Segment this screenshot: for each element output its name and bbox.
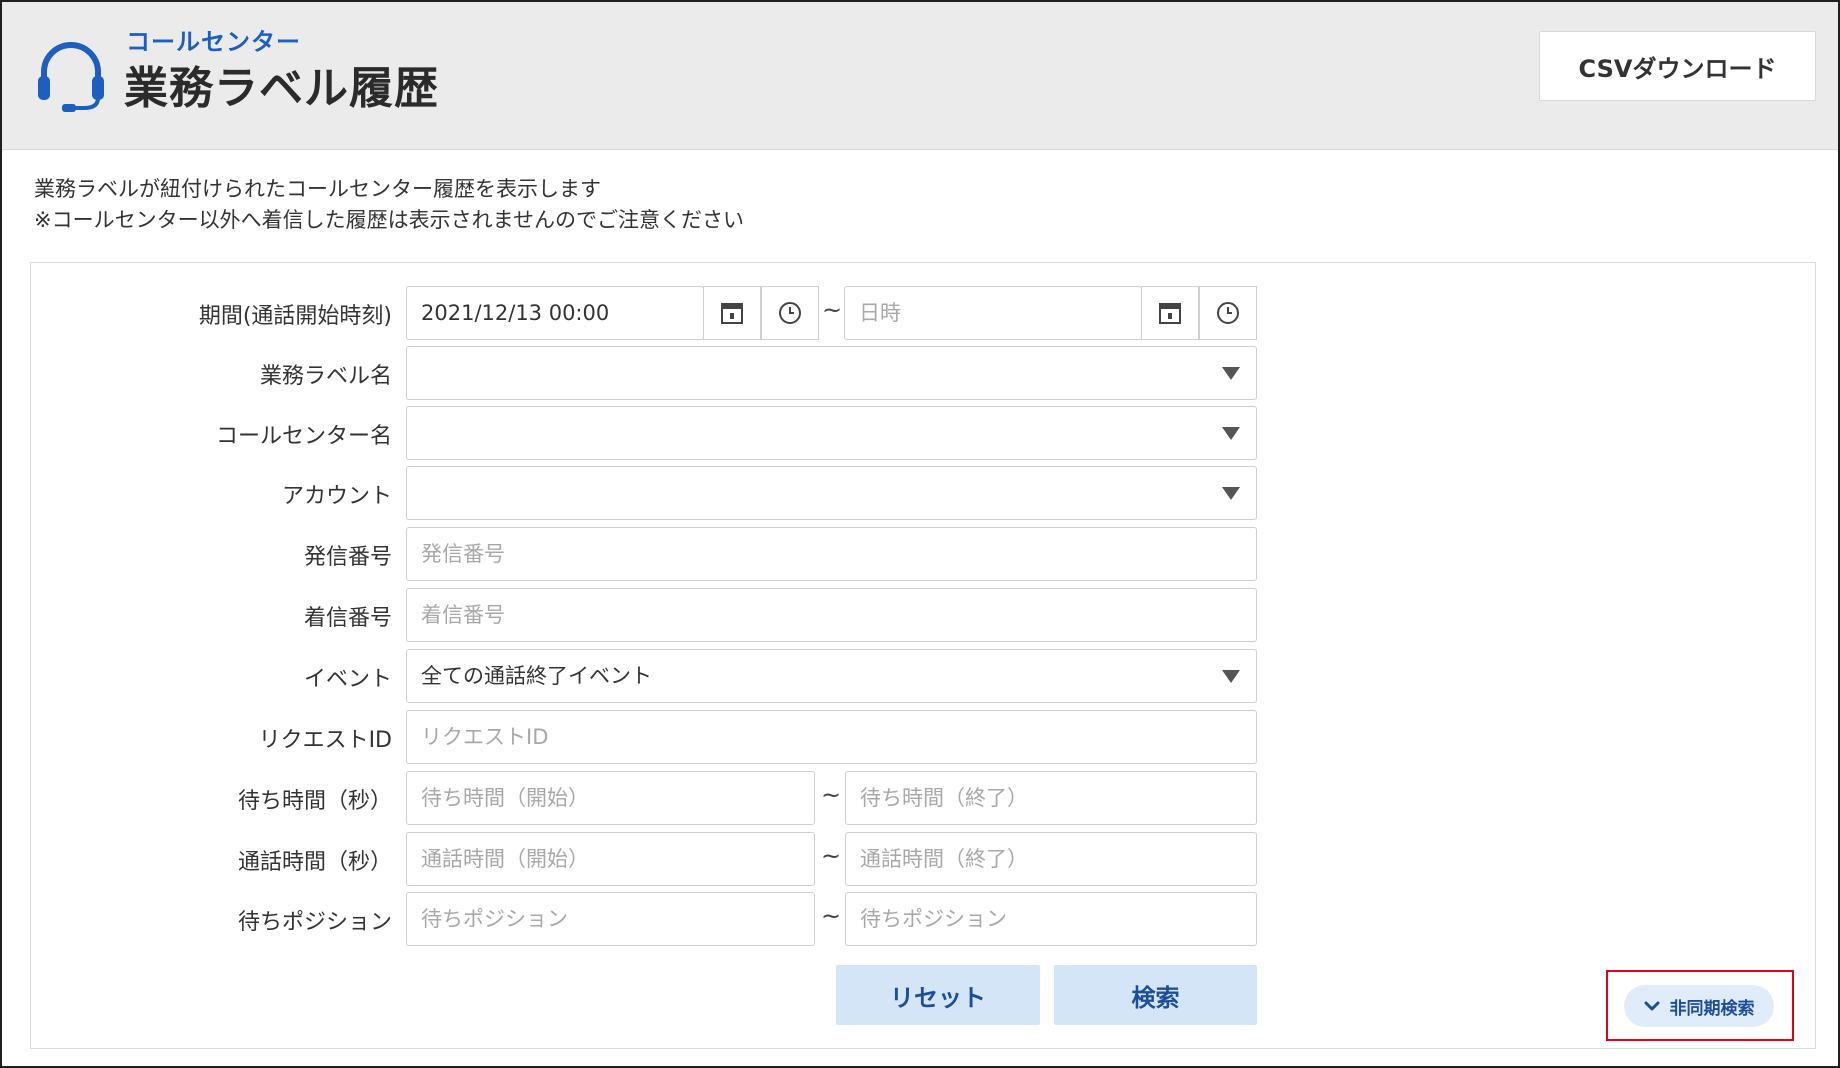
description-line-2: ※コールセンター以外へ着信した履歴は表示されませんのでご注意ください bbox=[34, 208, 744, 232]
wait-time-separator: ~ bbox=[821, 781, 842, 809]
caller-number-input[interactable]: 発信番号 bbox=[406, 527, 1257, 581]
callee-number-label: 着信番号 bbox=[303, 606, 392, 631]
event-select[interactable]: 全ての通話終了イベント bbox=[406, 649, 1257, 703]
caret-down-icon bbox=[1222, 487, 1240, 500]
page-header: コールセンター 業務ラベル履歴 CSVダウンロード bbox=[2, 2, 1838, 150]
talk-time-separator: ~ bbox=[821, 842, 842, 870]
period-start-input[interactable]: 2021/12/13 00:00 bbox=[406, 286, 704, 340]
page-description: 業務ラベルが紐付けられたコールセンター履歴を表示します ※コールセンター以外へ着… bbox=[34, 174, 744, 236]
page-title: 業務ラベル履歴 bbox=[124, 63, 439, 114]
business-label-label: 業務ラベル名 bbox=[259, 364, 392, 389]
csv-download-button[interactable]: CSVダウンロード bbox=[1539, 31, 1816, 101]
calendar-icon bbox=[721, 303, 743, 324]
caller-number-label: 発信番号 bbox=[303, 545, 392, 570]
wait-time-label: 待ち時間（秒） bbox=[237, 789, 392, 814]
async-search-label: 非同期検索 bbox=[1669, 998, 1755, 1019]
wait-time-start-input[interactable]: 待ち時間（開始） bbox=[406, 771, 815, 825]
wait-position-start-input[interactable]: 待ちポジション bbox=[406, 892, 815, 946]
business-label-select[interactable] bbox=[406, 346, 1257, 400]
reset-button[interactable]: リセット bbox=[836, 965, 1040, 1025]
request-id-label: リクエストID bbox=[258, 728, 392, 753]
chevron-down-icon bbox=[1644, 1001, 1659, 1011]
period-start-calendar-button[interactable] bbox=[703, 286, 761, 340]
headset-icon bbox=[38, 42, 104, 112]
caret-down-icon bbox=[1222, 427, 1240, 440]
period-start-time-button[interactable] bbox=[761, 286, 819, 340]
talk-time-label: 通話時間（秒） bbox=[237, 850, 392, 875]
request-id-input[interactable]: リクエストID bbox=[406, 710, 1257, 764]
talk-time-start-input[interactable]: 通話時間（開始） bbox=[406, 832, 815, 886]
period-label: 期間(通話開始時刻) bbox=[198, 304, 392, 329]
wait-position-label: 待ちポジション bbox=[237, 910, 392, 935]
caret-down-icon bbox=[1222, 670, 1240, 683]
event-label: イベント bbox=[303, 667, 392, 692]
search-button[interactable]: 検索 bbox=[1054, 965, 1257, 1025]
description-line-1: 業務ラベルが紐付けられたコールセンター履歴を表示します bbox=[34, 177, 601, 201]
callee-number-input[interactable]: 着信番号 bbox=[406, 588, 1257, 642]
period-end-time-button[interactable] bbox=[1199, 286, 1257, 340]
account-select[interactable] bbox=[406, 466, 1257, 520]
call-center-select[interactable] bbox=[406, 406, 1257, 460]
account-label: アカウント bbox=[281, 484, 392, 509]
caret-down-icon bbox=[1222, 367, 1240, 380]
wait-time-end-input[interactable]: 待ち時間（終了） bbox=[845, 771, 1257, 825]
talk-time-end-input[interactable]: 通話時間（終了） bbox=[845, 832, 1257, 886]
event-value: 全ての通話終了イベント bbox=[421, 664, 652, 688]
wait-position-end-input[interactable]: 待ちポジション bbox=[845, 892, 1257, 946]
period-end-input[interactable]: 日時 bbox=[844, 286, 1142, 340]
async-search-button[interactable]: 非同期検索 bbox=[1624, 985, 1774, 1027]
period-separator: ~ bbox=[822, 296, 843, 324]
period-end-calendar-button[interactable] bbox=[1141, 286, 1199, 340]
call-center-label: コールセンター名 bbox=[215, 424, 392, 449]
clock-icon bbox=[779, 302, 801, 324]
calendar-icon bbox=[1159, 303, 1181, 324]
wait-position-separator: ~ bbox=[821, 902, 842, 930]
clock-icon bbox=[1217, 302, 1239, 324]
